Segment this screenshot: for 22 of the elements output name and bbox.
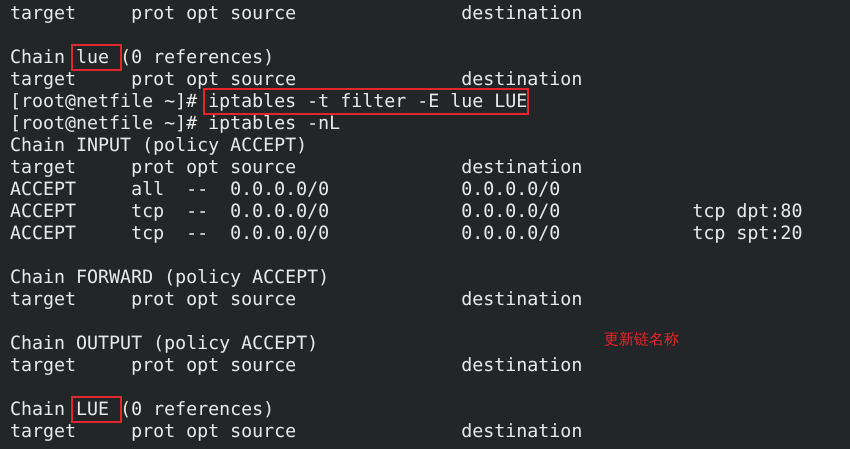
terminal-text: target prot opt source destination xyxy=(10,157,582,178)
terminal-text: Chain xyxy=(10,399,66,420)
terminal-text: ACCEPT tcp -- 0.0.0.0/0 0.0.0.0/0 tcp dpt:80 xyxy=(10,201,802,222)
highlighted-text: LUE xyxy=(71,396,122,423)
terminal-text: target prot opt source destination xyxy=(10,355,582,376)
terminal-text: ACCEPT tcp -- 0.0.0.0/0 0.0.0.0/0 tcp spt:20 xyxy=(10,223,802,244)
terminal-text: target prot opt source destination xyxy=(10,3,582,24)
terminal-text: [root@netfile ~]# iptables -nL xyxy=(10,113,340,134)
terminal-text: (0 references) xyxy=(120,47,274,68)
highlighted-text: lue xyxy=(71,44,122,71)
terminal-text: Chain INPUT (policy ACCEPT) xyxy=(10,135,308,156)
terminal-text: (0 references) xyxy=(120,399,274,420)
terminal-text: target prot opt source destination xyxy=(10,69,582,90)
terminal-text: ACCEPT all -- 0.0.0.0/0 0.0.0.0/0 xyxy=(10,179,560,200)
terminal-text: Chain FORWARD (policy ACCEPT) xyxy=(10,267,330,288)
terminal-text: target prot opt source destination xyxy=(10,421,582,442)
terminal-text: target prot opt source destination xyxy=(10,289,582,310)
annotation-text: 更新链名称 xyxy=(604,329,680,350)
highlighted-text: iptables -t filter -E lue LUE xyxy=(203,88,530,115)
terminal-text: [root@netfile ~]# xyxy=(10,91,198,112)
terminal-text: Chain xyxy=(10,47,66,68)
terminal-text: Chain OUTPUT (policy ACCEPT) xyxy=(10,333,318,354)
